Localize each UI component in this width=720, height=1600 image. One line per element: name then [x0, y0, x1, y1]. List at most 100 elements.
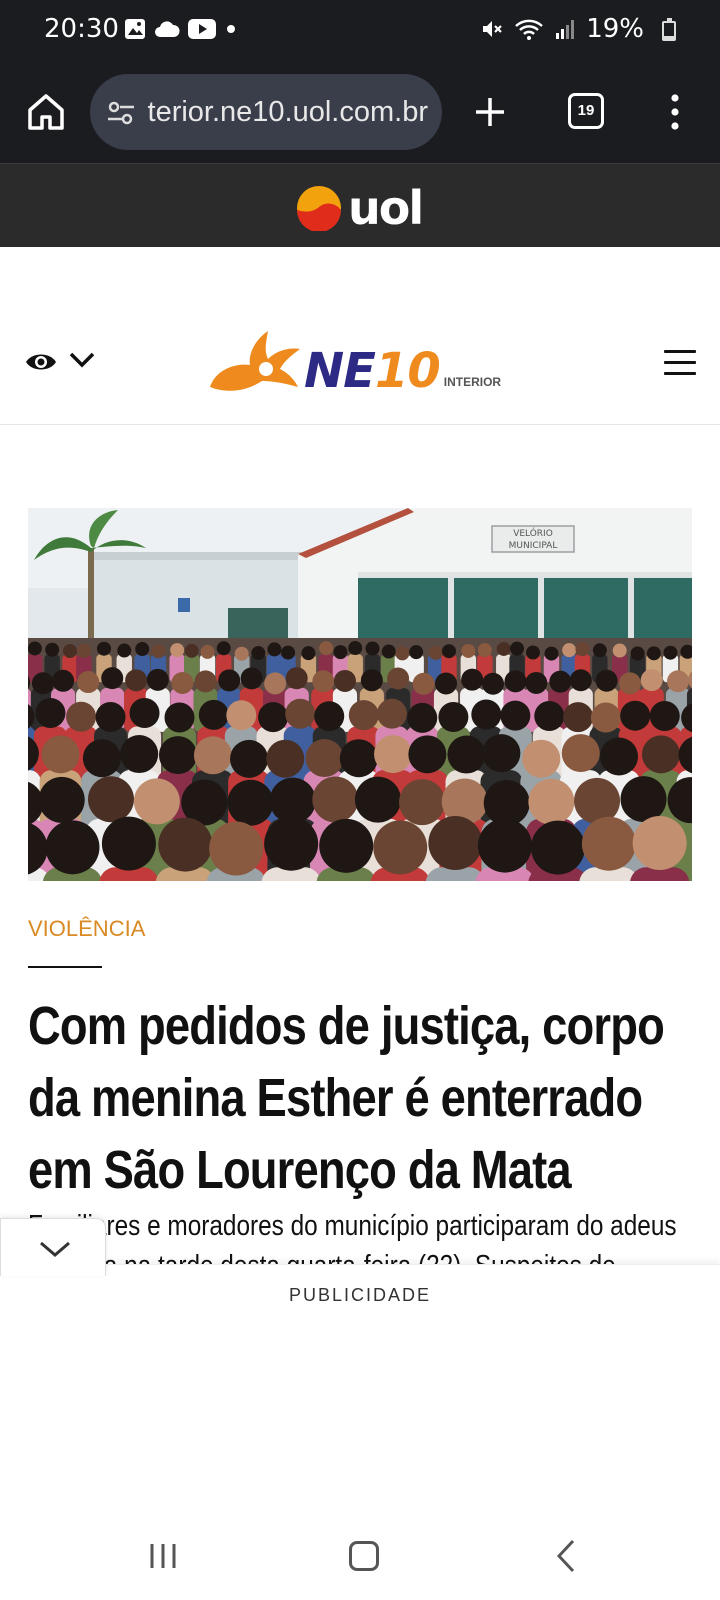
tab-switcher-button[interactable]: 19 [568, 93, 604, 129]
plus-icon [476, 98, 504, 126]
crowd-person-head [409, 645, 424, 660]
ne10-logo[interactable]: NE10 INTERIOR [206, 329, 501, 395]
status-notification-icons [124, 18, 238, 40]
crowd-person-head [87, 776, 134, 823]
crowd-person-head [266, 739, 305, 778]
home-icon [28, 94, 64, 130]
crowd-person-head [354, 776, 401, 823]
crowd-person-head [630, 646, 645, 661]
crowd-person-head [447, 735, 486, 774]
crowd-person-head [133, 778, 180, 825]
hamburger-menu-button[interactable] [664, 350, 696, 378]
tab-count: 19 [577, 102, 595, 119]
crowd-person-head [146, 668, 169, 691]
crowd-person-head [77, 671, 100, 694]
crowd-person-head [305, 739, 344, 778]
accessibility-toggle[interactable] [24, 347, 100, 377]
crowd-person-head [267, 642, 282, 657]
crowd-person-head [528, 778, 575, 825]
recent-apps-icon[interactable] [148, 1542, 178, 1570]
crowd-person-head [428, 645, 443, 660]
crowd-person-head [198, 699, 229, 730]
article-category[interactable]: VIOLÊNCIA [28, 916, 145, 942]
crowd-person-head [209, 821, 264, 876]
crowd-person-head [522, 739, 561, 778]
funeral-crowd-photo: VELÓRIO MUNICIPAL [28, 508, 692, 881]
crowd-person-head [649, 700, 680, 731]
crowd-person-head [193, 736, 232, 775]
home-button[interactable] [22, 88, 70, 136]
ad-slot: PUBLICIDADE [0, 1264, 720, 1504]
mute-icon [483, 21, 502, 37]
crowd-person-head [667, 670, 690, 693]
crowd-person-head [251, 646, 266, 661]
crowd-person-head [581, 816, 636, 871]
uol-logo[interactable]: uol [296, 181, 424, 235]
crowd-person-head [125, 669, 148, 692]
crowd-person-head [158, 817, 213, 872]
uol-sun-icon [297, 186, 341, 231]
address-bar[interactable]: interior.ne10.uol.com.br [90, 74, 442, 150]
crowd-person-head [477, 818, 532, 873]
crowd-person-head [117, 643, 132, 658]
crowd-person-head [319, 818, 374, 873]
site-settings-icon[interactable] [106, 98, 136, 128]
signal-icon [556, 20, 575, 39]
crowd-person-head [45, 642, 60, 657]
crowd-person-head [41, 735, 80, 774]
crowd-person-head [504, 670, 527, 693]
browser-toolbar: interior.ne10.uol.com.br 19 [0, 64, 720, 164]
back-icon[interactable] [556, 1538, 576, 1574]
crowd-person-head [399, 779, 446, 826]
ad-label: PUBLICIDADE [288, 1285, 432, 1305]
crowd-person-head [663, 645, 678, 660]
crowd-person-head [96, 641, 111, 656]
crowd-person-head [184, 643, 199, 658]
more-menu-button[interactable] [660, 90, 690, 134]
crowd-person-head [52, 669, 75, 692]
crowd-person-head [269, 777, 316, 824]
crowd-person-head [590, 702, 621, 733]
more-icon [671, 94, 679, 130]
gallery-icon [125, 19, 145, 39]
crowd-person-head [471, 699, 502, 730]
crowd-person-head [569, 669, 592, 692]
crowd-person-head [620, 700, 651, 731]
crowd-person-head [151, 644, 166, 659]
crowd-person-head [314, 701, 345, 732]
crowd-person-head [510, 641, 525, 656]
crowd-person-head [461, 643, 476, 658]
crowd-person-head [407, 702, 438, 733]
ad-collapse-button[interactable] [0, 1218, 106, 1276]
sign-text-line1: VELÓRIO [513, 527, 553, 539]
crowd-person-head [63, 643, 78, 658]
crowd-person-head [646, 646, 661, 661]
crowd-person-head [408, 735, 447, 774]
crowd-person-head [285, 698, 316, 729]
crowd-person-head [620, 776, 667, 823]
article-headline: Com pedidos de justiça, corpo da menina … [28, 996, 665, 1200]
category-divider [28, 966, 102, 968]
article-hero-image[interactable]: VELÓRIO MUNICIPAL [28, 508, 692, 881]
crowd-person-head [612, 643, 627, 658]
crowd-person-head [641, 735, 680, 774]
crowd-person-head [530, 820, 585, 875]
chevron-down-icon [40, 1241, 70, 1257]
crowd-person-head [200, 644, 215, 659]
ne10-wordmark-10: 10 [374, 343, 441, 399]
crowd-person-head [563, 702, 594, 733]
crowd-person-head [348, 641, 363, 656]
home-nav-icon[interactable] [349, 1541, 379, 1571]
crowd-person-head [482, 734, 521, 773]
site-header: NE10 INTERIOR [0, 247, 720, 425]
crowd-person-head [258, 702, 289, 733]
crowd-person-head [632, 816, 687, 871]
crowd-person-head [374, 735, 413, 774]
crowd-person-head [441, 644, 456, 659]
crowd-person-head [477, 643, 492, 658]
new-tab-button[interactable] [466, 88, 514, 136]
crowd-person-head [301, 646, 316, 661]
youtube-icon [188, 19, 216, 39]
crowd-person-head [534, 700, 565, 731]
crowd [28, 641, 692, 881]
